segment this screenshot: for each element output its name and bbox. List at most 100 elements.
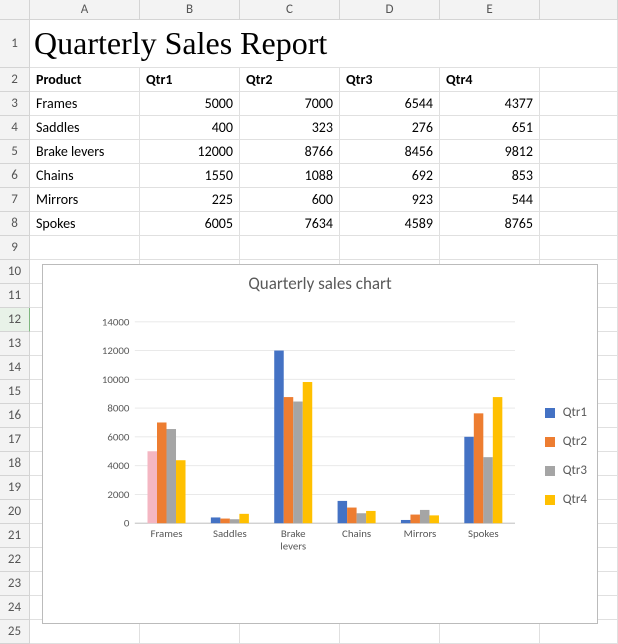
row-header-1[interactable]: 1: [0, 20, 30, 68]
chart-container[interactable]: Quarterly sales chart Qtr1 Qtr2 Qtr3 Qtr4 0…: [42, 264, 598, 624]
col-header-D[interactable]: D: [340, 0, 440, 20]
table-header[interactable]: Qtr4: [440, 68, 540, 92]
product-cell[interactable]: Chains: [30, 164, 140, 188]
product-cell[interactable]: Brake levers: [30, 140, 140, 164]
row-header-25[interactable]: 25: [0, 620, 30, 644]
row-header-10[interactable]: 10: [0, 260, 30, 284]
row-header-9[interactable]: 9: [0, 236, 30, 260]
value-cell[interactable]: 692: [340, 164, 440, 188]
bar: [366, 511, 376, 523]
cell[interactable]: [240, 236, 340, 260]
legend-label: Qtr1: [563, 405, 587, 420]
value-cell[interactable]: 8766: [240, 140, 340, 164]
row-header-15[interactable]: 15: [0, 380, 30, 404]
cell[interactable]: [540, 188, 618, 212]
value-cell[interactable]: 923: [340, 188, 440, 212]
row-header-5[interactable]: 5: [0, 140, 30, 164]
row-header-18[interactable]: 18: [0, 452, 30, 476]
table-header[interactable]: Qtr2: [240, 68, 340, 92]
bar: [211, 517, 221, 523]
col-header-extra[interactable]: [540, 0, 618, 20]
chart-title: Quarterly sales chart: [43, 273, 597, 294]
value-cell[interactable]: 600: [240, 188, 340, 212]
bar: [176, 460, 186, 523]
svg-text:Brake: Brake: [281, 527, 306, 540]
product-cell[interactable]: Spokes: [30, 212, 140, 236]
cell[interactable]: [540, 212, 618, 236]
cell[interactable]: [540, 140, 618, 164]
row-header-22[interactable]: 22: [0, 548, 30, 572]
value-cell[interactable]: 9812: [440, 140, 540, 164]
cell[interactable]: [540, 92, 618, 116]
value-cell[interactable]: 6544: [340, 92, 440, 116]
svg-text:Frames: Frames: [150, 527, 182, 540]
product-cell[interactable]: Saddles: [30, 116, 140, 140]
row-header-8[interactable]: 8: [0, 212, 30, 236]
value-cell[interactable]: 323: [240, 116, 340, 140]
value-cell[interactable]: 276: [340, 116, 440, 140]
svg-text:0: 0: [124, 517, 130, 530]
legend-label: Qtr4: [563, 492, 587, 507]
value-cell[interactable]: 400: [140, 116, 240, 140]
row-header-12[interactable]: 12: [0, 308, 30, 332]
svg-text:2000: 2000: [107, 488, 130, 501]
row-header-14[interactable]: 14: [0, 356, 30, 380]
title-cell[interactable]: Quarterly Sales Report: [30, 20, 540, 68]
row-header-11[interactable]: 11: [0, 284, 30, 308]
value-cell[interactable]: 853: [440, 164, 540, 188]
product-cell[interactable]: Mirrors: [30, 188, 140, 212]
svg-text:14000: 14000: [102, 315, 130, 328]
value-cell[interactable]: 12000: [140, 140, 240, 164]
row-header-21[interactable]: 21: [0, 524, 30, 548]
row-header-24[interactable]: 24: [0, 596, 30, 620]
legend-item: Qtr2: [545, 434, 587, 449]
cell[interactable]: [30, 236, 140, 260]
select-all-corner[interactable]: [0, 0, 30, 20]
legend-swatch: [545, 466, 555, 476]
bar: [303, 382, 313, 523]
value-cell[interactable]: 1088: [240, 164, 340, 188]
value-cell[interactable]: 4377: [440, 92, 540, 116]
value-cell[interactable]: 4589: [340, 212, 440, 236]
row-header-7[interactable]: 7: [0, 188, 30, 212]
cell[interactable]: [540, 20, 618, 68]
row-header-23[interactable]: 23: [0, 572, 30, 596]
value-cell[interactable]: 225: [140, 188, 240, 212]
value-cell[interactable]: 6005: [140, 212, 240, 236]
row-header-17[interactable]: 17: [0, 428, 30, 452]
legend-item: Qtr3: [545, 463, 587, 478]
value-cell[interactable]: 5000: [140, 92, 240, 116]
value-cell[interactable]: 1550: [140, 164, 240, 188]
row-header-13[interactable]: 13: [0, 332, 30, 356]
value-cell[interactable]: 544: [440, 188, 540, 212]
cell[interactable]: [340, 236, 440, 260]
row-header-19[interactable]: 19: [0, 476, 30, 500]
cell[interactable]: [140, 236, 240, 260]
table-header[interactable]: Qtr1: [140, 68, 240, 92]
value-cell[interactable]: 8765: [440, 212, 540, 236]
row-header-2[interactable]: 2: [0, 68, 30, 92]
cell[interactable]: [540, 236, 618, 260]
cell[interactable]: [540, 68, 618, 92]
value-cell[interactable]: 7634: [240, 212, 340, 236]
col-header-B[interactable]: B: [140, 0, 240, 20]
cell[interactable]: [540, 164, 618, 188]
bar: [347, 508, 357, 524]
row-header-20[interactable]: 20: [0, 500, 30, 524]
row-header-3[interactable]: 3: [0, 92, 30, 116]
cell[interactable]: [540, 116, 618, 140]
product-cell[interactable]: Frames: [30, 92, 140, 116]
row-header-16[interactable]: 16: [0, 404, 30, 428]
table-header[interactable]: Product: [30, 68, 140, 92]
bar: [230, 519, 240, 523]
row-header-6[interactable]: 6: [0, 164, 30, 188]
col-header-A[interactable]: A: [30, 0, 140, 20]
value-cell[interactable]: 7000: [240, 92, 340, 116]
cell[interactable]: [440, 236, 540, 260]
value-cell[interactable]: 8456: [340, 140, 440, 164]
table-header[interactable]: Qtr3: [340, 68, 440, 92]
value-cell[interactable]: 651: [440, 116, 540, 140]
row-header-4[interactable]: 4: [0, 116, 30, 140]
col-header-E[interactable]: E: [440, 0, 540, 20]
col-header-C[interactable]: C: [240, 0, 340, 20]
